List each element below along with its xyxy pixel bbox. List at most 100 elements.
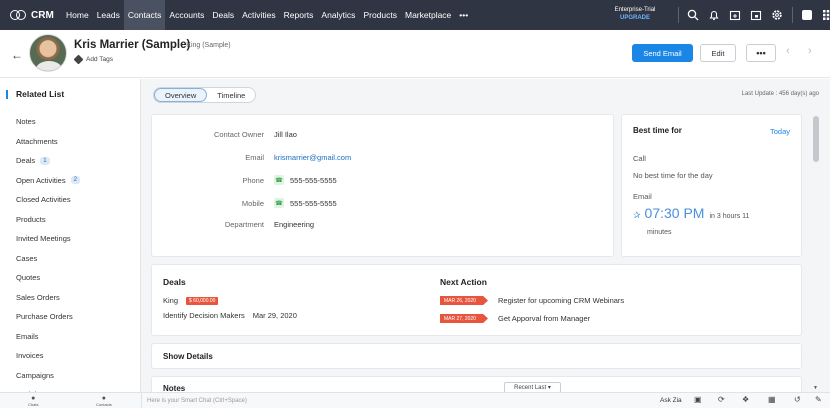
related-item-products[interactable]: Products [16,210,80,230]
field-value[interactable]: ☎ 555-555-5555 [274,175,337,185]
best-time-day-select[interactable]: Today [770,127,790,136]
next-record-icon[interactable]: › [808,45,812,57]
more-options-button[interactable]: ••• [746,44,776,62]
show-details-bar[interactable]: Show Details [151,343,802,369]
nav-tab-leads[interactable]: Leads [93,0,124,30]
calendar-add-icon[interactable] [727,7,743,23]
field-value-text: Engineering [274,220,315,229]
gear-icon[interactable] [769,7,785,23]
chats-label: Chats [28,402,39,407]
tab-overview[interactable]: Overview [154,88,208,102]
crm-logo[interactable]: CRM [0,9,62,21]
field-value[interactable]: ☎ 555-555-5555 [274,198,337,208]
view-toggle: Overview Timeline [153,87,257,103]
email-label: Email [633,192,652,201]
deals-title: Deals [163,277,186,287]
field-value-text: krismarrier@gmail.com [274,153,352,162]
account-link[interactable]: - King (Sample) [182,42,231,49]
nav-tabs: Home Leads Contacts Accounts Deals Activities… [62,0,472,30]
gamepad-icon[interactable]: ▣ [694,395,702,404]
related-item-emails[interactable]: Emails [16,327,80,347]
related-item-label: Products [16,214,46,224]
calendar-icon[interactable] [748,7,764,23]
related-item-invoices[interactable]: Invoices [16,346,80,366]
related-item-label: Quotes [16,273,41,283]
scrollbar-thumb[interactable] [813,116,819,162]
main-content: Overview Timeline Last Update : 456 day(… [141,79,830,400]
tab-timeline[interactable]: Timeline [207,88,255,102]
related-item-label: Emails [16,331,39,341]
related-list-toggle[interactable]: Related List [6,89,64,99]
previous-record-icon[interactable]: ‹ [786,45,790,57]
nav-icons [676,7,830,23]
related-item-open-activities[interactable]: Open Activities 2 [16,171,80,191]
sync-icon[interactable]: ⟳ [718,395,725,404]
add-tags-link[interactable]: Add Tags [73,54,113,65]
trial-info[interactable]: Enterprise-Trial UPGRADE [604,6,666,22]
related-item-cases[interactable]: Cases [16,249,80,269]
collapse-icon [6,89,8,99]
history-icon[interactable]: ↺ [794,395,801,404]
related-item-purchase-orders[interactable]: Purchase Orders [16,307,80,327]
next-action-item[interactable]: MAR 26, 2020 Register for upcoming CRM We… [440,296,624,305]
send-email-button[interactable]: Send Email [632,44,693,62]
search-icon[interactable] [685,7,701,23]
last-update: Last Update : 456 day(s) ago [741,91,819,97]
nav-tab-analytics[interactable]: Analytics [317,0,359,30]
nav-tab-marketplace[interactable]: Marketplace [401,0,455,30]
nav-tab-products[interactable]: Products [359,0,401,30]
related-item-attachments[interactable]: Attachments [16,132,80,152]
show-details-label: Show Details [163,352,213,361]
star-icon: ✰ [633,210,641,220]
calendar-icon[interactable]: ▦ [768,395,776,404]
next-action-title: Next Action [440,277,487,287]
back-arrow-icon[interactable]: ← [11,48,23,62]
related-item-label: Invited Meetings [16,234,71,244]
nav-tab-reports[interactable]: Reports [280,0,318,30]
related-item-closed-activities[interactable]: Closed Activities [16,190,80,210]
nav-tab-deals[interactable]: Deals [208,0,238,30]
field-row-mobile: Mobile ☎ 555-555-5555 [152,198,612,208]
smart-chat-input[interactable]: Here is your Smart Chat (Ctrl+Space) [141,393,649,408]
field-value[interactable]: krismarrier@gmail.com [274,153,351,162]
phone-icon[interactable]: ☎ [274,198,284,208]
ask-zia-button[interactable]: Ask Zia [660,397,682,404]
related-item-deals[interactable]: Deals 1 [16,151,80,171]
related-item-social[interactable]: Social [16,385,80,392]
nav-tab-activities[interactable]: Activities [238,0,280,30]
count-badge: 2 [70,176,80,185]
tag-icon [73,54,84,65]
nav-tab-more[interactable]: ••• [455,0,472,30]
next-action-item[interactable]: MAR 27, 2020 Get Apporval from Manager [440,314,590,323]
related-item-notes[interactable]: Notes [16,112,80,132]
related-item-quotes[interactable]: Quotes [16,268,80,288]
related-item-label: Attachments [16,136,58,146]
translate-icon[interactable]: ❖ [742,395,749,404]
contacts-label: Contacts [96,402,112,407]
deal-row[interactable]: King $ 60,000.00 [163,296,219,305]
zoho-logo-icon [10,9,28,21]
user-box-icon[interactable] [799,7,815,23]
phone-icon[interactable]: ☎ [274,175,284,185]
pencil-icon[interactable]: ✎ [815,395,822,404]
related-item-label: Invoices [16,351,44,361]
related-item-sales-orders[interactable]: Sales Orders [16,288,80,308]
related-list-title: Related List [16,89,65,99]
nav-tab-contacts[interactable]: Contacts [123,0,166,30]
scroll-down-icon[interactable]: ▼ [813,385,818,391]
bell-icon[interactable] [706,7,722,23]
nav-tab-home[interactable]: Home [62,0,93,30]
contacts-button[interactable]: ● Contacts [96,395,112,407]
deals-card: Deals King $ 60,000.00 Identify Decision… [151,264,802,336]
related-item-invited-meetings[interactable]: Invited Meetings [16,229,80,249]
avatar[interactable] [29,34,67,72]
related-item-campaigns[interactable]: Campaigns [16,366,80,386]
chats-button[interactable]: ● Chats [28,395,38,407]
deal-name[interactable]: King [163,296,178,305]
edit-button[interactable]: Edit [700,44,736,62]
nav-tab-accounts[interactable]: Accounts [165,0,208,30]
person-icon: ● [101,395,107,402]
app-grid-icon[interactable] [820,7,830,23]
upgrade-link[interactable]: UPGRADE [604,14,666,22]
field-value: Jill Ilao [274,130,297,139]
